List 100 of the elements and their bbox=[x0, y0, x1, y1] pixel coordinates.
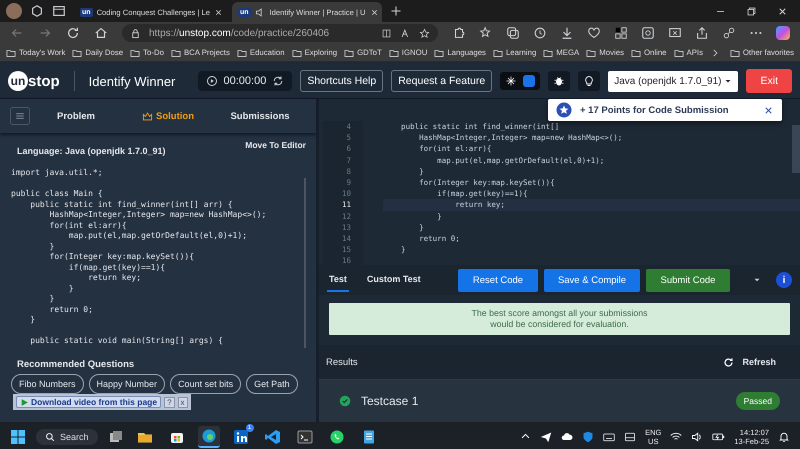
logo: un stop bbox=[8, 71, 60, 91]
download-icon[interactable] bbox=[560, 26, 574, 40]
forward-icon[interactable] bbox=[38, 26, 52, 40]
console-tab[interactable]: Custom Test bbox=[364, 268, 423, 292]
paper-plane-icon[interactable] bbox=[540, 430, 552, 442]
results-heading: Results bbox=[326, 356, 358, 368]
back-icon[interactable] bbox=[10, 26, 24, 40]
linkedin-icon[interactable] bbox=[232, 428, 249, 444]
search-field[interactable]: Search bbox=[36, 428, 98, 444]
code-line: } bbox=[48, 294, 56, 304]
share-icon[interactable] bbox=[695, 26, 709, 40]
address-bar[interactable]: https://unstop.com/code/practice/260406 bbox=[122, 24, 438, 42]
panel-tab[interactable]: Solution bbox=[122, 110, 214, 122]
debug-button[interactable] bbox=[548, 71, 570, 91]
browser-icon[interactable] bbox=[200, 428, 217, 444]
volume-icon[interactable] bbox=[691, 430, 704, 442]
screenshot-icon[interactable] bbox=[668, 26, 682, 40]
profile-avatar[interactable] bbox=[6, 3, 22, 19]
star-badge-icon bbox=[556, 102, 572, 118]
code-line: for(Integer key:map.keySet()){ bbox=[48, 252, 196, 262]
action-button[interactable]: Save & Compile bbox=[544, 268, 640, 292]
reader-icon[interactable] bbox=[381, 28, 392, 38]
refresh-button[interactable]: Refresh bbox=[717, 356, 782, 368]
close-button[interactable]: x bbox=[178, 396, 188, 408]
section-heading: Recommended Questions bbox=[16, 358, 136, 370]
question-chip[interactable]: Get Path bbox=[246, 374, 298, 394]
keyboard-icon[interactable] bbox=[603, 430, 616, 442]
play-icon[interactable] bbox=[206, 75, 218, 87]
hint-button[interactable] bbox=[578, 71, 600, 91]
folder-icon bbox=[236, 48, 247, 58]
window-icon[interactable] bbox=[624, 430, 636, 442]
move-to-editor-link[interactable]: Move To Editor bbox=[245, 140, 306, 156]
code-line: HashMap<Integer,Integer> map=new HashMap<>(); bbox=[48, 210, 268, 220]
terminal-icon[interactable] bbox=[296, 428, 313, 444]
history-icon[interactable] bbox=[533, 26, 547, 40]
code-line: for(int el:arr){ bbox=[48, 220, 128, 231]
refresh-icon bbox=[723, 356, 734, 368]
close-icon[interactable] bbox=[370, 8, 379, 16]
start-icon[interactable] bbox=[10, 428, 26, 444]
task-view-icon[interactable] bbox=[108, 428, 124, 444]
extension-icon[interactable] bbox=[452, 26, 466, 40]
crown-icon bbox=[142, 110, 153, 122]
code-line: import java.util.*; bbox=[11, 168, 104, 178]
help-button[interactable]: ? bbox=[164, 396, 175, 408]
info-button[interactable]: i bbox=[776, 272, 792, 288]
folder-icon bbox=[586, 48, 596, 58]
folder-icon bbox=[72, 48, 82, 58]
tab-actions-icon[interactable] bbox=[52, 4, 66, 18]
close-icon[interactable] bbox=[763, 104, 774, 116]
panel-tab[interactable]: Submissions bbox=[214, 110, 306, 122]
folder-icon bbox=[674, 48, 684, 58]
favorites-icon[interactable] bbox=[479, 26, 493, 40]
search-icon bbox=[45, 432, 55, 442]
action-button[interactable]: Reset Code bbox=[458, 268, 538, 292]
menu-button[interactable] bbox=[10, 107, 30, 125]
bell-icon[interactable] bbox=[778, 430, 790, 442]
code-line: } bbox=[68, 284, 75, 294]
language-select[interactable]: Java (openjdk 1.7.0_91) bbox=[608, 70, 738, 92]
download-video-button[interactable]: Download video from this page bbox=[16, 396, 162, 408]
code-line: } bbox=[48, 242, 56, 252]
code-line: public static int find_winner(int[] arr) { bbox=[29, 200, 234, 210]
header-button[interactable]: Shortcuts Help bbox=[300, 70, 384, 92]
lightbulb-icon bbox=[583, 75, 596, 87]
close-icon[interactable] bbox=[777, 6, 788, 16]
restore-icon[interactable] bbox=[746, 6, 757, 16]
shield-icon[interactable] bbox=[582, 430, 594, 442]
wifi-icon[interactable] bbox=[670, 430, 682, 442]
scrollbar[interactable] bbox=[304, 178, 306, 348]
sparkle-icon[interactable] bbox=[505, 75, 518, 87]
timer: 00:00:00 bbox=[198, 71, 292, 91]
refresh-icon[interactable] bbox=[66, 26, 80, 40]
check-circle-icon bbox=[339, 395, 351, 407]
action-button[interactable]: Submit Code bbox=[646, 268, 730, 292]
toggle-switch[interactable] bbox=[523, 75, 536, 87]
scrollbar[interactable] bbox=[792, 125, 800, 173]
new-tab-icon[interactable] bbox=[390, 5, 402, 17]
url-text: https://unstop.com/code/practice/260406 bbox=[149, 28, 330, 38]
code-editor-icon[interactable] bbox=[264, 428, 281, 444]
console-tab[interactable]: Test bbox=[327, 268, 349, 292]
header-button[interactable]: Request a Feature bbox=[391, 70, 492, 92]
folder-icon bbox=[344, 48, 354, 58]
assistant-icon[interactable] bbox=[776, 26, 790, 40]
exit-button[interactable]: Exit bbox=[746, 69, 792, 93]
collections-icon[interactable] bbox=[506, 26, 520, 40]
code-line: public static void main(String[] args) { bbox=[29, 336, 224, 346]
star-icon[interactable] bbox=[419, 28, 430, 38]
cloud-icon[interactable] bbox=[561, 430, 574, 442]
code-line: map.put(el,map.getOrDefault(el,0)+1); bbox=[68, 231, 248, 242]
reset-icon[interactable] bbox=[272, 75, 284, 87]
chat-icon[interactable] bbox=[328, 428, 345, 444]
link-icon[interactable] bbox=[722, 26, 736, 40]
language-label: Language: Java (openjdk 1.7.0_91) bbox=[17, 146, 166, 156]
home-icon[interactable] bbox=[94, 26, 108, 40]
close-icon[interactable] bbox=[214, 8, 223, 16]
panel-tab[interactable]: Problem bbox=[30, 110, 122, 122]
read-aloud-icon[interactable] bbox=[400, 28, 411, 38]
apps-icon[interactable] bbox=[614, 26, 628, 40]
workspaces-icon[interactable] bbox=[30, 4, 44, 18]
problem-title: Identify Winner bbox=[88, 74, 176, 88]
testcase-name[interactable]: Testcase 1 bbox=[361, 394, 418, 408]
